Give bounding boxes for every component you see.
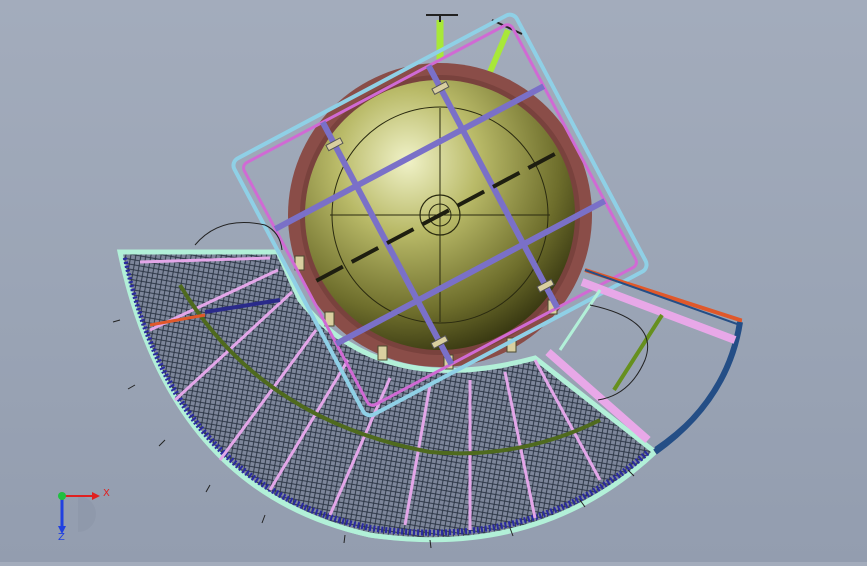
angled-mast[interactable] xyxy=(487,19,523,74)
coordinate-triad: X Z xyxy=(44,478,116,548)
axis-z-label: Z xyxy=(58,532,65,543)
cad-viewport[interactable] xyxy=(0,0,867,562)
model-scene[interactable] xyxy=(0,0,867,562)
axis-x-label: X xyxy=(103,488,110,499)
